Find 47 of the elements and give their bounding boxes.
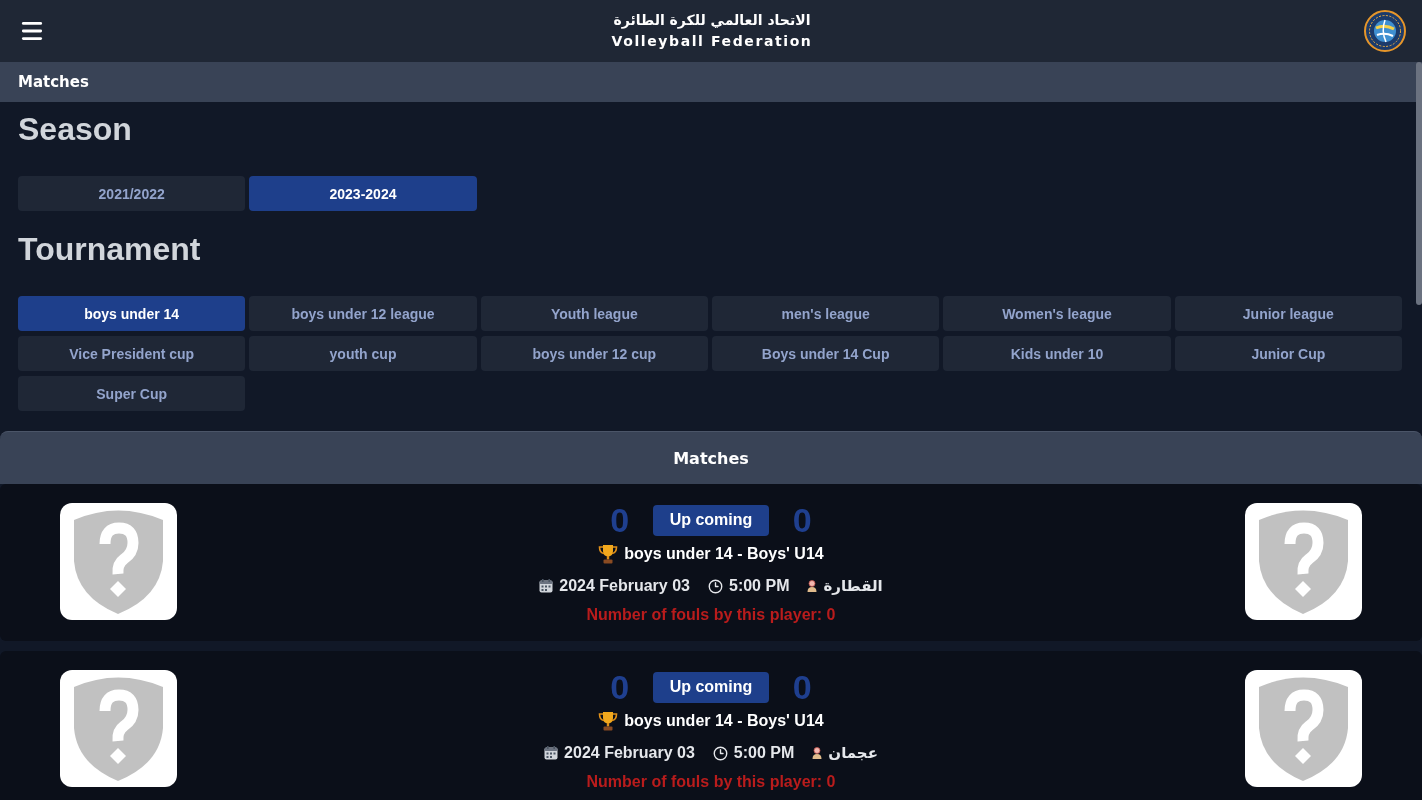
status-badge: Up coming [652,504,770,536]
section-heading: Tournament [18,230,201,268]
tournament-tab[interactable]: boys under 12 cup [480,336,708,371]
tournament-tab[interactable]: men's league [712,296,940,331]
home-score: 0 [609,671,631,703]
competition-name: boys under 14 - Boys' U14 [624,545,824,563]
clock-icon [712,745,728,761]
person-icon [807,580,818,592]
clock-icon [708,578,723,594]
federation-logo [1364,10,1406,52]
status-badge: Up coming [652,671,770,703]
venue-name: عجمان [828,744,878,762]
match-date: 2024 February 03 [564,744,695,762]
federation-name-arabic: الاتحاد العالمي للكرة الطائرة [613,11,811,30]
match-time: 5:00 PM [729,577,790,595]
matches-title: Matches [673,448,749,468]
tournament-tab[interactable]: Women's league [943,296,1171,331]
tournament-tab[interactable]: youth cup [249,336,477,371]
match-time: 5:00 PM [733,744,795,762]
federation-name: Volleyball Federation [611,32,813,51]
calendar-icon [544,746,559,760]
away-score: 0 [791,504,813,536]
fouls-note: Number of fouls by this player: 0 [586,605,836,625]
away-score: 0 [791,671,813,703]
tournament-tab[interactable]: Youth league [480,296,708,331]
trophy-icon [598,544,619,564]
home-score: 0 [609,504,631,536]
tournament-tab[interactable]: Kids under 10 [943,336,1171,371]
scrollbar-thumb[interactable] [1416,62,1422,305]
tournament-tab[interactable]: boys under 12 league [249,296,477,331]
venue-name: القطارة [823,577,883,595]
trophy-icon [598,711,619,731]
section-heading: Season [18,110,132,148]
tournament-tab[interactable]: Super Cup [18,376,246,411]
tournament-tab[interactable]: Vice President cup [18,336,246,371]
tournament-tab[interactable]: Boys under 14 Cup [712,336,940,371]
match-date: 2024 February 03 [559,577,690,595]
tournament-tab[interactable]: Junior league [1174,296,1402,331]
season-tab[interactable]: 2021/2022 [18,176,246,211]
tournament-tab[interactable]: boys under 14 [18,296,246,331]
season-tab[interactable]: 2023-2024 [249,176,477,211]
fouls-note: Number of fouls by this player: 0 [586,772,836,792]
calendar-icon [539,579,554,593]
page-title: Matches [18,73,89,91]
person-icon [812,747,823,759]
tournament-tab[interactable]: Junior Cup [1174,336,1402,371]
competition-name: boys under 14 - Boys' U14 [624,712,824,730]
